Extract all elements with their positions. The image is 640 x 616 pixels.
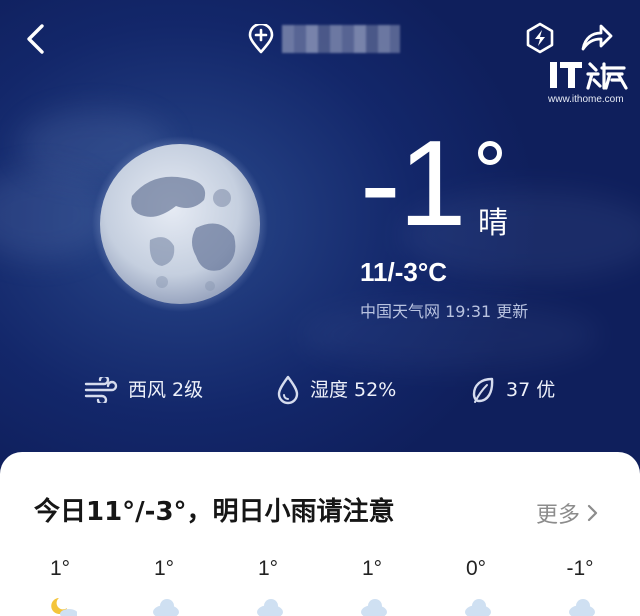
- hourly-item[interactable]: 1°: [25, 556, 95, 616]
- top-bar: ███████: [0, 0, 640, 80]
- hourly-temp: 1°: [257, 557, 279, 580]
- location-name[interactable]: ███████: [282, 25, 400, 53]
- more-button[interactable]: 更多: [536, 496, 598, 530]
- wind-stat: 西风 2级: [84, 370, 203, 410]
- ithome-logo: [550, 62, 628, 90]
- humidity-label: 湿度 52%: [310, 379, 397, 401]
- humidity-stat: 湿度 52%: [276, 370, 396, 410]
- hourly-item[interactable]: -1°: [545, 556, 615, 616]
- chevron-right-icon: [587, 504, 598, 522]
- wind-icon: [84, 377, 118, 403]
- cloud-icon: [257, 599, 283, 616]
- hourly-item[interactable]: 1°: [129, 556, 199, 616]
- leaf-icon: [472, 377, 494, 403]
- moon-cloud-icon: [51, 598, 77, 616]
- forecast-card: 今日11°/-3°，明日小雨请注意 更多 1° 1° 1° 1° 0° -1°: [0, 452, 640, 616]
- watermark-url: www.ithome.com: [548, 94, 624, 105]
- hourly-temp: 1°: [153, 557, 175, 580]
- hourly-temp: 1°: [49, 557, 71, 580]
- ithome-watermark: www.ithome.com: [548, 58, 634, 108]
- back-icon[interactable]: [22, 22, 50, 56]
- moon-icon: [92, 136, 268, 312]
- weather-condition: 晴: [478, 206, 508, 241]
- cloud-icon: [569, 599, 595, 616]
- cloud-icon: [153, 599, 179, 616]
- cloud-icon: [465, 599, 491, 616]
- humidity-icon: [277, 375, 299, 405]
- forecast-headline: 今日11°/-3°，明日小雨请注意: [34, 497, 395, 527]
- hourly-forecast: 1° 1° 1° 1° 0° -1°: [0, 556, 640, 616]
- hourly-temp: 1°: [361, 557, 383, 580]
- share-icon[interactable]: [580, 22, 614, 52]
- temperature-range: 11/-3°C: [360, 257, 448, 287]
- power-saving-icon[interactable]: [525, 22, 555, 54]
- more-label: 更多: [536, 503, 581, 528]
- wind-label: 西风 2级: [128, 379, 204, 401]
- location-add-icon[interactable]: [248, 24, 274, 54]
- degree-symbol: [478, 141, 502, 165]
- hourly-item[interactable]: 1°: [233, 556, 303, 616]
- air-quality-stat[interactable]: 37 优: [470, 370, 555, 410]
- hourly-item[interactable]: 1°: [337, 556, 407, 616]
- update-source: 中国天气网 19:31 更新: [360, 302, 529, 321]
- cloud-icon: [361, 599, 387, 616]
- current-temperature: -1: [360, 115, 466, 251]
- air-quality-label: 37 优: [506, 379, 556, 401]
- hourly-temp: 0°: [465, 557, 487, 580]
- hourly-temp: -1°: [566, 557, 594, 580]
- hourly-item[interactable]: 0°: [441, 556, 511, 616]
